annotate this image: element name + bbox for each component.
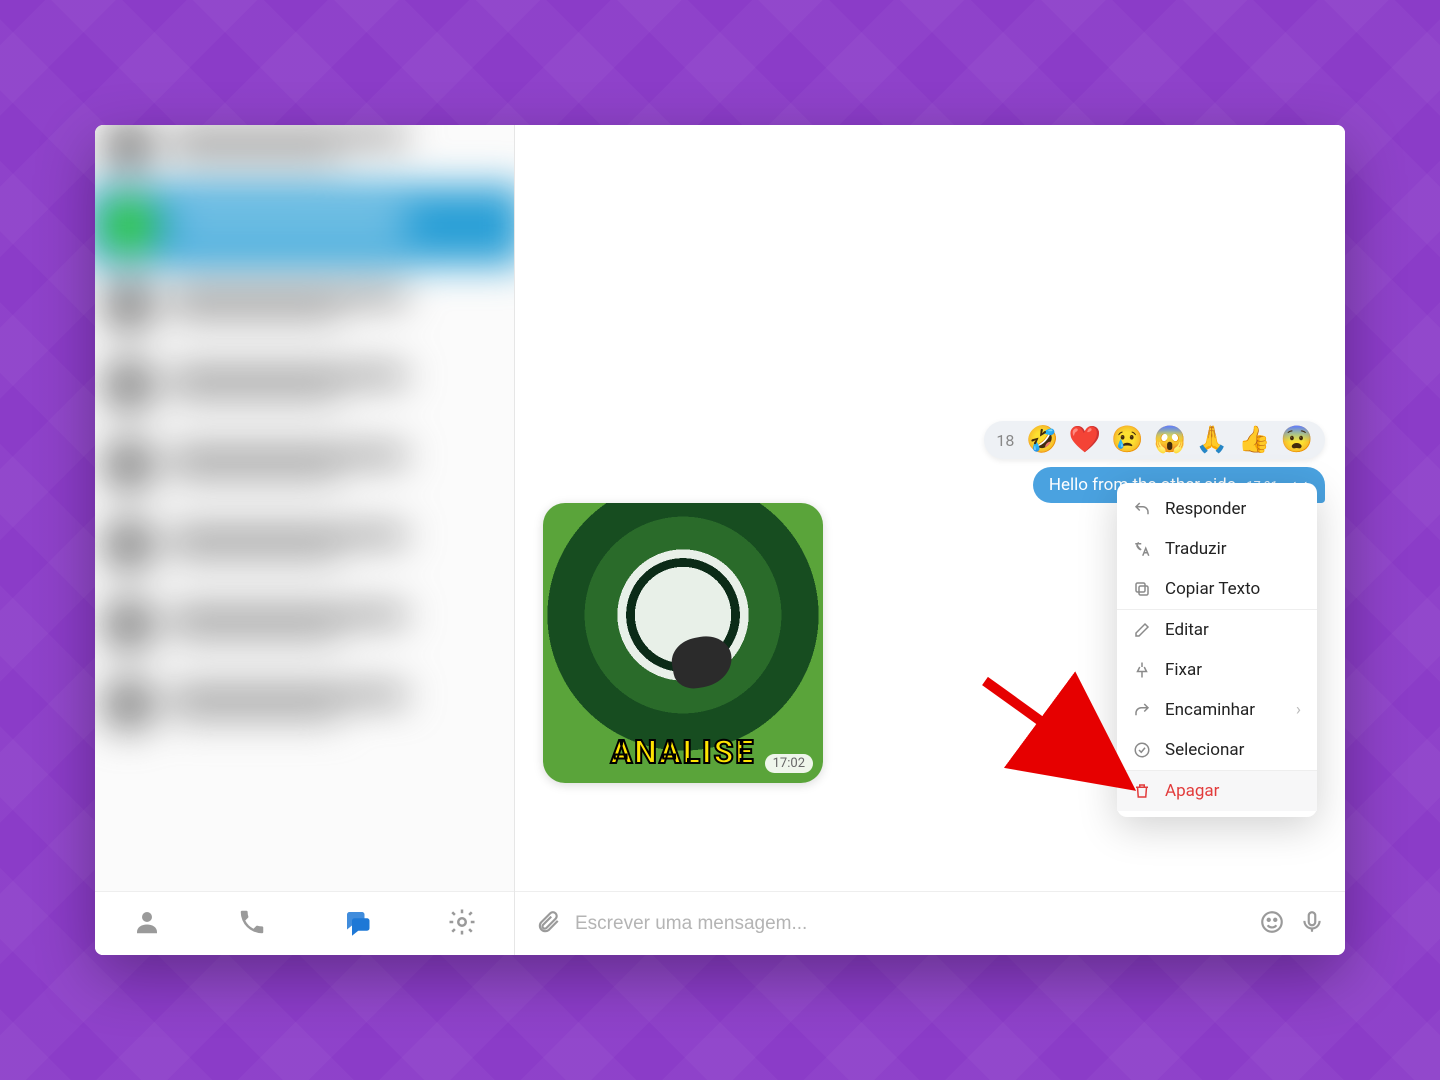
- image-timestamp: 17:02: [765, 754, 813, 773]
- menu-item-edit[interactable]: Editar: [1117, 610, 1317, 650]
- menu-item-label: Copiar Texto: [1165, 579, 1260, 599]
- chat-list-item[interactable]: [95, 664, 514, 744]
- chevron-right-icon: ›: [1296, 700, 1301, 720]
- forward-icon: [1133, 701, 1153, 719]
- emoji-button[interactable]: [1259, 909, 1285, 939]
- copy-icon: [1133, 580, 1153, 598]
- chat-list-item[interactable]: [95, 585, 514, 665]
- reaction-emoji[interactable]: 😢: [1111, 427, 1143, 453]
- attach-button[interactable]: [535, 909, 561, 939]
- chat-list-item[interactable]: [95, 345, 514, 425]
- reaction-emoji[interactable]: 🤣: [1026, 427, 1058, 453]
- calls-tab[interactable]: [228, 900, 276, 948]
- chat-list-item[interactable]: [95, 125, 514, 186]
- chat-list-item-selected[interactable]: [95, 186, 514, 266]
- person-icon: [132, 907, 162, 941]
- menu-item-label: Fixar: [1165, 660, 1202, 680]
- reaction-emoji[interactable]: 🙏: [1196, 427, 1228, 453]
- reply-icon: [1133, 500, 1153, 518]
- menu-item-label: Encaminhar: [1165, 700, 1255, 720]
- messages-area[interactable]: 18 🤣 ❤️ 😢 😱 🙏 👍 😨 Hello from the other s…: [515, 125, 1345, 891]
- sidebar: [95, 125, 515, 955]
- paperclip-icon: [535, 909, 561, 939]
- chat-list-item[interactable]: [95, 505, 514, 585]
- select-icon: [1133, 741, 1153, 759]
- settings-tab[interactable]: [438, 900, 486, 948]
- menu-item-reply[interactable]: Responder: [1117, 489, 1317, 529]
- menu-item-label: Editar: [1165, 620, 1209, 640]
- menu-item-delete[interactable]: Apagar: [1117, 771, 1317, 811]
- menu-item-select[interactable]: Selecionar: [1117, 730, 1317, 771]
- menu-item-translate[interactable]: Traduzir: [1117, 529, 1317, 569]
- translate-icon: [1133, 540, 1153, 558]
- reaction-count: 18: [996, 431, 1014, 450]
- menu-item-label: Responder: [1165, 499, 1246, 519]
- menu-item-forward[interactable]: Encaminhar ›: [1117, 690, 1317, 730]
- app-window: 18 🤣 ❤️ 😢 😱 🙏 👍 😨 Hello from the other s…: [95, 125, 1345, 955]
- chat-list-item[interactable]: [95, 425, 514, 505]
- chat-bubbles-icon: [342, 907, 372, 941]
- chat-main: 18 🤣 ❤️ 😢 😱 🙏 👍 😨 Hello from the other s…: [515, 125, 1345, 955]
- voice-button[interactable]: [1299, 909, 1325, 939]
- menu-item-pin[interactable]: Fixar: [1117, 650, 1317, 690]
- message-input[interactable]: [575, 913, 1245, 935]
- microphone-icon: [1299, 909, 1325, 939]
- contacts-tab[interactable]: [123, 900, 171, 948]
- reaction-emoji[interactable]: ❤️: [1069, 427, 1101, 453]
- gear-icon: [447, 907, 477, 941]
- menu-item-copy-text[interactable]: Copiar Texto: [1117, 569, 1317, 610]
- reaction-emoji[interactable]: 😨: [1281, 427, 1313, 453]
- trash-icon: [1133, 782, 1153, 800]
- edit-icon: [1133, 621, 1153, 639]
- menu-item-label: Traduzir: [1165, 539, 1226, 559]
- reaction-emoji[interactable]: 👍: [1238, 427, 1270, 453]
- sidebar-tabs: [95, 891, 514, 955]
- menu-item-label: Apagar: [1165, 781, 1219, 801]
- smiley-icon: [1259, 909, 1285, 939]
- menu-item-label: Selecionar: [1165, 740, 1244, 760]
- chat-list-item[interactable]: [95, 265, 514, 345]
- chat-list[interactable]: [95, 125, 514, 891]
- pin-icon: [1133, 661, 1153, 679]
- reaction-emoji[interactable]: 😱: [1154, 427, 1186, 453]
- reaction-picker[interactable]: 18 🤣 ❤️ 😢 😱 🙏 👍 😨: [984, 421, 1325, 459]
- phone-icon: [237, 907, 267, 941]
- message-composer: [515, 891, 1345, 955]
- chats-tab[interactable]: [333, 900, 381, 948]
- image-message[interactable]: ANALISE 17:02: [543, 503, 823, 783]
- message-context-menu: Responder Traduzir Copiar Texto Editar F…: [1117, 483, 1317, 817]
